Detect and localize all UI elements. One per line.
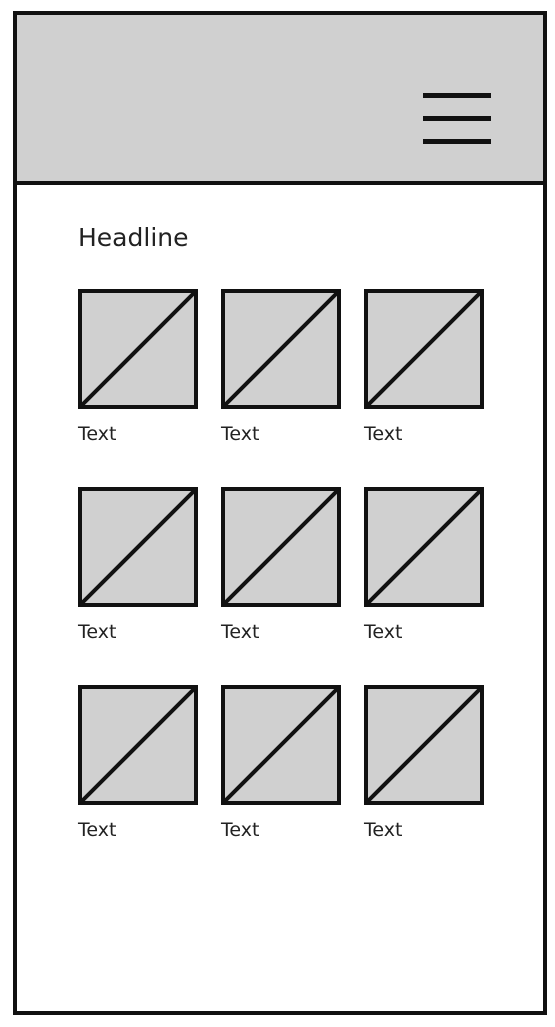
- image-placeholder-icon: [221, 685, 341, 805]
- grid-item[interactable]: Text: [221, 487, 343, 643]
- image-placeholder-icon: [364, 487, 484, 607]
- page-headline: Headline: [78, 223, 189, 252]
- grid-item-label: Text: [221, 819, 260, 841]
- grid-item[interactable]: Text: [364, 289, 486, 445]
- grid-item[interactable]: Text: [364, 487, 486, 643]
- image-placeholder-icon: [221, 487, 341, 607]
- grid-item[interactable]: Text: [364, 685, 486, 841]
- grid-item-label: Text: [364, 621, 403, 643]
- grid-item-label: Text: [78, 621, 117, 643]
- grid-item-label: Text: [221, 423, 260, 445]
- grid-item-label: Text: [364, 423, 403, 445]
- hamburger-menu-icon[interactable]: [423, 93, 491, 145]
- grid-item-label: Text: [221, 621, 260, 643]
- grid-item[interactable]: Text: [221, 685, 343, 841]
- image-placeholder-icon: [78, 685, 198, 805]
- grid-item-label: Text: [364, 819, 403, 841]
- grid-item[interactable]: Text: [78, 289, 200, 445]
- grid-item-label: Text: [78, 819, 117, 841]
- grid-item[interactable]: Text: [221, 289, 343, 445]
- image-placeholder-icon: [364, 685, 484, 805]
- image-placeholder-icon: [364, 289, 484, 409]
- grid-item[interactable]: Text: [78, 487, 200, 643]
- grid-item-label: Text: [78, 423, 117, 445]
- app-header: [17, 15, 543, 185]
- grid-item[interactable]: Text: [78, 685, 200, 841]
- image-placeholder-icon: [78, 487, 198, 607]
- image-placeholder-icon: [221, 289, 341, 409]
- phone-frame: Headline Text Text Text Text Text Text T…: [13, 11, 547, 1015]
- image-placeholder-icon: [78, 289, 198, 409]
